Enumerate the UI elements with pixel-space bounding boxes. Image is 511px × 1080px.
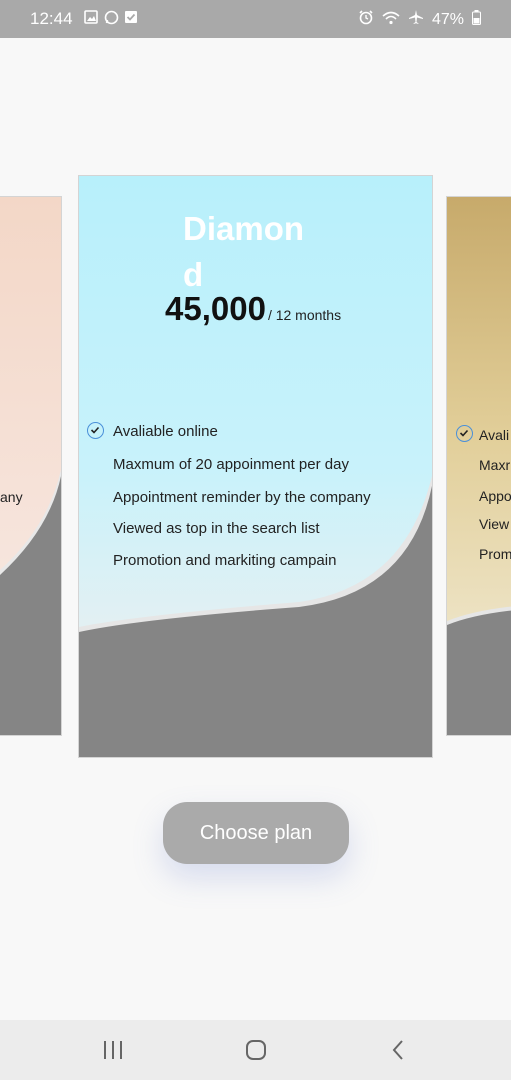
card-wave	[79, 475, 432, 757]
plan-feature-partial: Prom	[479, 546, 511, 562]
choose-plan-button[interactable]: Choose plan	[163, 802, 349, 864]
plan-feature: Maxmum of 20 appoinment per day	[113, 456, 349, 473]
recent-apps-icon[interactable]	[100, 1038, 126, 1062]
plan-card-diamond[interactable]: Diamond 45,000 / 12 months Avaliable onl…	[78, 175, 433, 758]
alarm-icon	[358, 9, 374, 30]
battery-icon	[472, 9, 481, 30]
plan-feature-partial: Appo	[479, 488, 511, 504]
plan-feature-partial: Avali	[479, 427, 510, 443]
card-wave	[0, 469, 61, 735]
check-circle-icon	[87, 422, 104, 439]
plan-name: Diamond	[183, 210, 305, 293]
image-icon	[84, 10, 98, 24]
plan-feature: Avaliable online	[113, 423, 218, 440]
plan-feature: Appointment reminder by the company	[113, 489, 371, 506]
plan-price: 45,000	[165, 290, 266, 327]
plan-feature: Viewed as top in the search list	[113, 520, 320, 537]
plan-card-next[interactable]: Avali Maxr Appo View Prom	[446, 196, 511, 736]
card-wave	[447, 606, 511, 735]
plan-feature-partial: View	[479, 516, 510, 532]
plan-card-previous[interactable]: any	[0, 196, 62, 736]
navigation-bar	[0, 1020, 511, 1080]
checkbox-icon	[124, 10, 138, 24]
plan-feature: Promotion and markiting campain	[113, 552, 337, 569]
status-time: 12:44	[30, 9, 73, 28]
whatsapp-icon	[104, 10, 119, 25]
home-icon[interactable]	[243, 1038, 269, 1062]
plan-period: / 12 months	[267, 307, 342, 323]
battery-percentage: 47%	[431, 10, 464, 28]
back-icon[interactable]	[386, 1038, 412, 1062]
check-circle-icon	[456, 425, 473, 442]
status-bar: 12:44 47%	[0, 0, 511, 38]
plan-feature-partial: Maxr	[479, 457, 511, 473]
wifi-icon	[382, 10, 400, 30]
airplane-icon	[408, 9, 424, 30]
